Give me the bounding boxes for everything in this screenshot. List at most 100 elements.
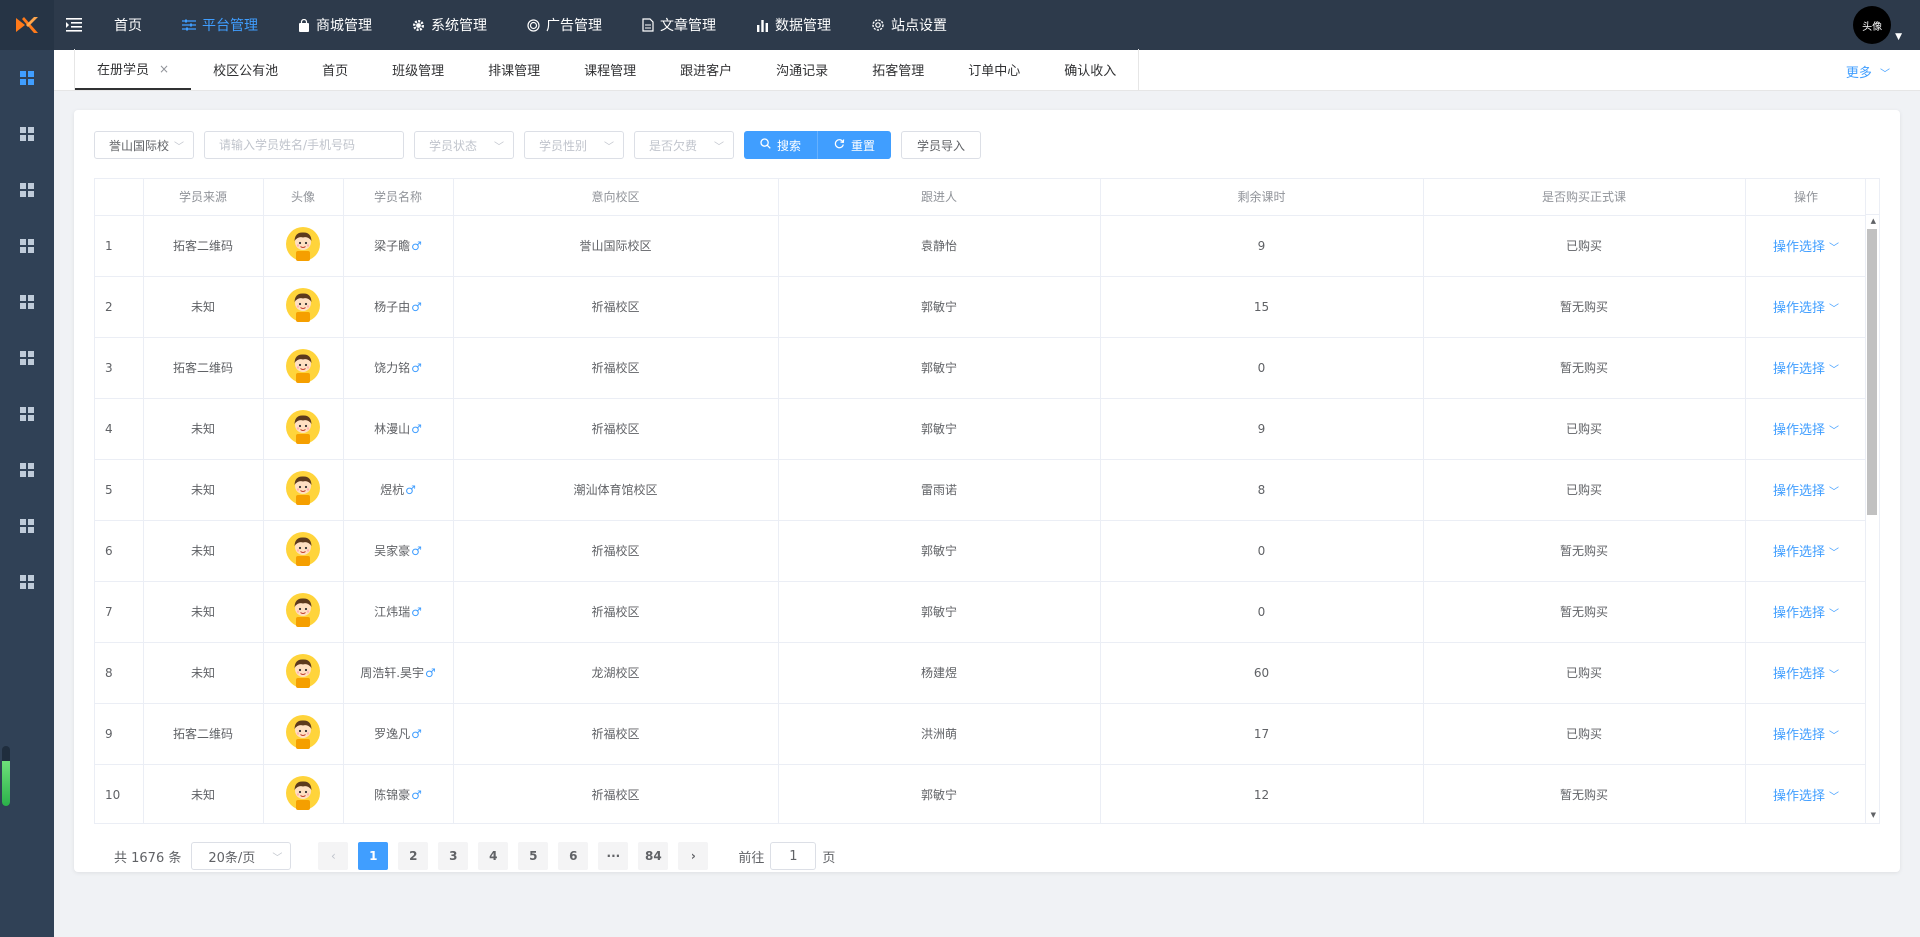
grid-icon	[20, 463, 34, 477]
page-button[interactable]: 5	[518, 842, 549, 870]
actions-dropdown[interactable]: 操作选择 ﹀	[1773, 789, 1839, 804]
tab-2[interactable]: 首页	[300, 49, 370, 90]
student-name-cell: 梁子瞻♂	[343, 215, 454, 277]
sidebar-item-5[interactable]	[0, 274, 54, 330]
search-button-label: 搜索	[777, 138, 802, 153]
debt-select[interactable]: 是否欠费 ﹀	[634, 131, 734, 159]
next-page-button[interactable]: ›	[678, 842, 709, 870]
tab-7[interactable]: 沟通记录	[754, 49, 850, 90]
student-avatar	[286, 532, 320, 569]
top-nav-item-1[interactable]: 平台管理	[162, 0, 278, 50]
search-button[interactable]: 搜索	[744, 131, 819, 159]
top-nav-item-0[interactable]: 首页	[94, 0, 162, 50]
sidebar-level-fill	[2, 761, 10, 806]
tab-10[interactable]: 确认收入	[1042, 49, 1138, 90]
tab-3[interactable]: 班级管理	[370, 49, 466, 90]
top-nav-item-6[interactable]: 数据管理	[736, 0, 851, 50]
sidebar-item-6[interactable]	[0, 330, 54, 386]
scroll-up-icon[interactable]: ▲	[1871, 217, 1876, 225]
grid-icon	[20, 183, 34, 197]
top-nav-item-7[interactable]: 站点设置	[851, 0, 967, 50]
tab-label: 校区公有池	[213, 64, 279, 79]
page-button[interactable]: 2	[398, 842, 429, 870]
actions-dropdown[interactable]: 操作选择 ﹀	[1773, 545, 1839, 560]
page-button[interactable]: 1	[358, 842, 389, 870]
more-tabs-button[interactable]: 更多 ﹀	[1846, 62, 1890, 81]
page-button[interactable]: 84	[638, 842, 669, 870]
actions-dropdown[interactable]: 操作选择 ﹀	[1773, 606, 1839, 621]
goto-page-input[interactable]	[770, 842, 817, 870]
top-nav-item-4[interactable]: 广告管理	[507, 0, 622, 50]
sidebar-item-8[interactable]	[0, 442, 54, 498]
sidebar-item-7[interactable]	[0, 386, 54, 442]
sidebar-item-3[interactable]	[0, 162, 54, 218]
page-button[interactable]: 4	[478, 842, 509, 870]
chevron-down-icon: ﹀	[1829, 731, 1839, 742]
actions-dropdown[interactable]: 操作选择 ﹀	[1773, 301, 1839, 316]
tab-9[interactable]: 订单中心	[946, 49, 1042, 90]
male-gender-icon: ♂	[411, 300, 422, 314]
brand-logo[interactable]	[0, 0, 54, 50]
remaining-hours: 8	[1100, 459, 1424, 521]
student-name: 周浩轩.昊宇	[360, 666, 425, 680]
table-row: 10 未知 陈锦豪♂ 祈福校区 郭敏宁 12 暂无购买 操作选择 ﹀	[95, 764, 1868, 823]
remaining-hours: 0	[1100, 337, 1424, 399]
tab-4[interactable]: 排课管理	[466, 49, 562, 90]
actions-dropdown[interactable]: 操作选择 ﹀	[1773, 667, 1839, 682]
page-size-select[interactable]: 20条/页 ﹀	[191, 842, 292, 870]
page-button[interactable]: 6	[558, 842, 589, 870]
sidebar-item-9[interactable]	[0, 498, 54, 554]
follower: 郭敏宁	[778, 764, 1101, 823]
actions-dropdown[interactable]: 操作选择 ﹀	[1773, 240, 1839, 255]
sidebar-item-4[interactable]	[0, 218, 54, 274]
tab-5[interactable]: 课程管理	[562, 49, 658, 90]
menu-toggle-button[interactable]	[54, 0, 94, 50]
student-gender-select[interactable]: 学员性别 ﹀	[524, 131, 624, 159]
student-import-button[interactable]: 学员导入	[901, 131, 982, 159]
top-nav-item-5[interactable]: 文章管理	[622, 0, 736, 50]
campus-select[interactable]: 誉山国际校 ﹀	[94, 131, 194, 159]
user-menu[interactable]: 头像 ▼	[1853, 6, 1902, 44]
actions-cell: 操作选择 ﹀	[1745, 703, 1868, 765]
vertical-scrollbar[interactable]: ▲ ▼	[1865, 179, 1879, 823]
student-source: 拓客二维码	[143, 215, 264, 277]
male-gender-icon: ♂	[411, 788, 422, 802]
avatar[interactable]: 头像	[1853, 6, 1892, 44]
student-name: 陈锦豪	[374, 788, 411, 802]
close-icon[interactable]: ×	[159, 62, 169, 76]
prev-page-button[interactable]: ‹	[318, 842, 349, 870]
sidebar-item-10[interactable]	[0, 554, 54, 610]
sidebar-item-1[interactable]	[0, 50, 54, 106]
chevron-down-icon: ﹀	[1829, 304, 1839, 315]
tab-8[interactable]: 拓客管理	[850, 49, 946, 90]
follower: 郭敏宁	[778, 520, 1101, 582]
purchase-status: 暂无购买	[1423, 764, 1746, 823]
sidebar-item-2[interactable]	[0, 106, 54, 162]
row-index: 10	[95, 764, 144, 823]
total-count: 共 1676 条	[114, 850, 182, 866]
student-name-cell: 吴家豪♂	[343, 520, 454, 582]
scrollbar-thumb[interactable]	[1867, 229, 1877, 515]
actions-dropdown[interactable]: 操作选择 ﹀	[1773, 484, 1839, 499]
tab-1[interactable]: 校区公有池	[191, 49, 300, 90]
chevron-down-icon: ﹀	[1829, 670, 1839, 681]
goto-prefix: 前往	[738, 850, 765, 866]
student-status-select[interactable]: 学员状态 ﹀	[414, 131, 514, 159]
more-pages-button[interactable]: ···	[598, 842, 629, 870]
tab-0[interactable]: 在册学员 ×	[75, 49, 192, 90]
page-button[interactable]: 3	[438, 842, 469, 870]
student-source: 未知	[143, 459, 264, 521]
tab-label: 班级管理	[392, 64, 445, 79]
male-gender-icon: ♂	[411, 422, 422, 436]
actions-dropdown[interactable]: 操作选择 ﹀	[1773, 423, 1839, 438]
top-nav-item-3[interactable]: 系统管理	[392, 0, 507, 50]
student-search-input[interactable]	[204, 131, 404, 159]
remaining-hours: 60	[1100, 642, 1424, 704]
actions-dropdown[interactable]: 操作选择 ﹀	[1773, 728, 1839, 743]
scroll-down-icon[interactable]: ▼	[1871, 811, 1876, 819]
top-nav-item-2[interactable]: 商城管理	[278, 0, 392, 50]
sliders-icon	[182, 19, 196, 31]
reset-button[interactable]: 重置	[818, 131, 892, 159]
tab-6[interactable]: 跟进客户	[658, 49, 754, 90]
actions-dropdown[interactable]: 操作选择 ﹀	[1773, 362, 1839, 377]
